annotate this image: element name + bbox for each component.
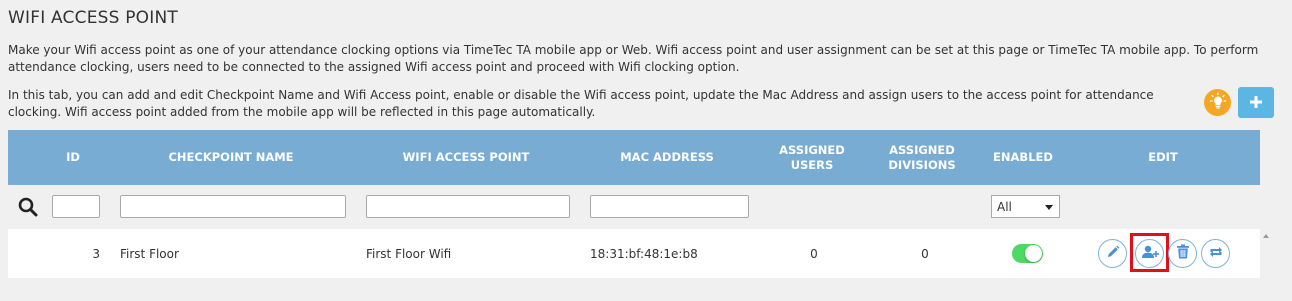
mac-address-filter-input[interactable]	[590, 195, 749, 218]
cell-mac-address: 18:31:bf:48:1e:b8	[590, 246, 698, 261]
search-icon[interactable]	[18, 197, 38, 217]
column-header-edit: EDIT	[1148, 150, 1178, 164]
edit-button[interactable]	[1098, 239, 1127, 268]
scrollbar[interactable]	[1261, 229, 1271, 301]
plus-icon	[1250, 93, 1262, 112]
chevron-down-icon	[1045, 205, 1053, 210]
reset-button[interactable]	[1201, 239, 1230, 268]
column-header-enabled[interactable]: ENABLED	[985, 130, 1061, 185]
page-instructions: In this tab, you can add and edit Checkp…	[8, 88, 1154, 119]
column-header-id[interactable]: ID	[49, 130, 97, 185]
checkpoint-name-filter-input[interactable]	[120, 195, 346, 218]
tips-button[interactable]	[1204, 89, 1231, 116]
lightbulb-icon	[1209, 91, 1227, 114]
column-header-wifi-access-point[interactable]: WIFI ACCESS POINT	[366, 130, 566, 185]
cell-assigned-divisions: 0	[921, 246, 929, 261]
cell-id: 3	[92, 246, 100, 261]
add-access-point-button[interactable]	[1238, 87, 1274, 118]
table-row: 3 First Floor First Floor Wifi 18:31:bf:…	[8, 229, 1260, 278]
page-description: Make your Wifi access point as one of yo…	[8, 43, 1259, 74]
cell-wifi-access-point: First Floor Wifi	[366, 246, 452, 261]
filter-row: All	[8, 185, 1260, 228]
pencil-icon	[1106, 244, 1120, 263]
delete-button[interactable]	[1168, 239, 1197, 268]
toggle-knob	[1025, 245, 1042, 262]
column-header-assigned-users[interactable]: ASSIGNED USERS	[768, 130, 856, 185]
cell-checkpoint-name: First Floor	[120, 246, 179, 261]
cell-assigned-users: 0	[810, 246, 818, 261]
table-header: ID CHECKPOINT NAME WIFI ACCESS POINT MAC…	[8, 130, 1260, 185]
page-title: WIFI ACCESS POINT	[8, 8, 178, 28]
action-highlight	[1130, 233, 1169, 272]
enabled-filter-value: All	[997, 199, 1012, 214]
wifi-access-point-filter-input[interactable]	[366, 195, 570, 218]
refresh-icon	[1208, 244, 1224, 263]
column-header-checkpoint-name[interactable]: CHECKPOINT NAME	[120, 130, 342, 185]
id-filter-input[interactable]	[52, 195, 100, 218]
column-header-assigned-divisions[interactable]: ASSIGNED DIVISIONS	[878, 130, 966, 185]
enabled-filter-select[interactable]: All	[991, 195, 1060, 218]
enabled-toggle[interactable]	[1012, 244, 1043, 263]
trash-icon	[1176, 244, 1190, 263]
column-header-mac-address[interactable]: MAC ADDRESS	[590, 130, 744, 185]
scroll-up-icon[interactable]	[1263, 234, 1269, 238]
